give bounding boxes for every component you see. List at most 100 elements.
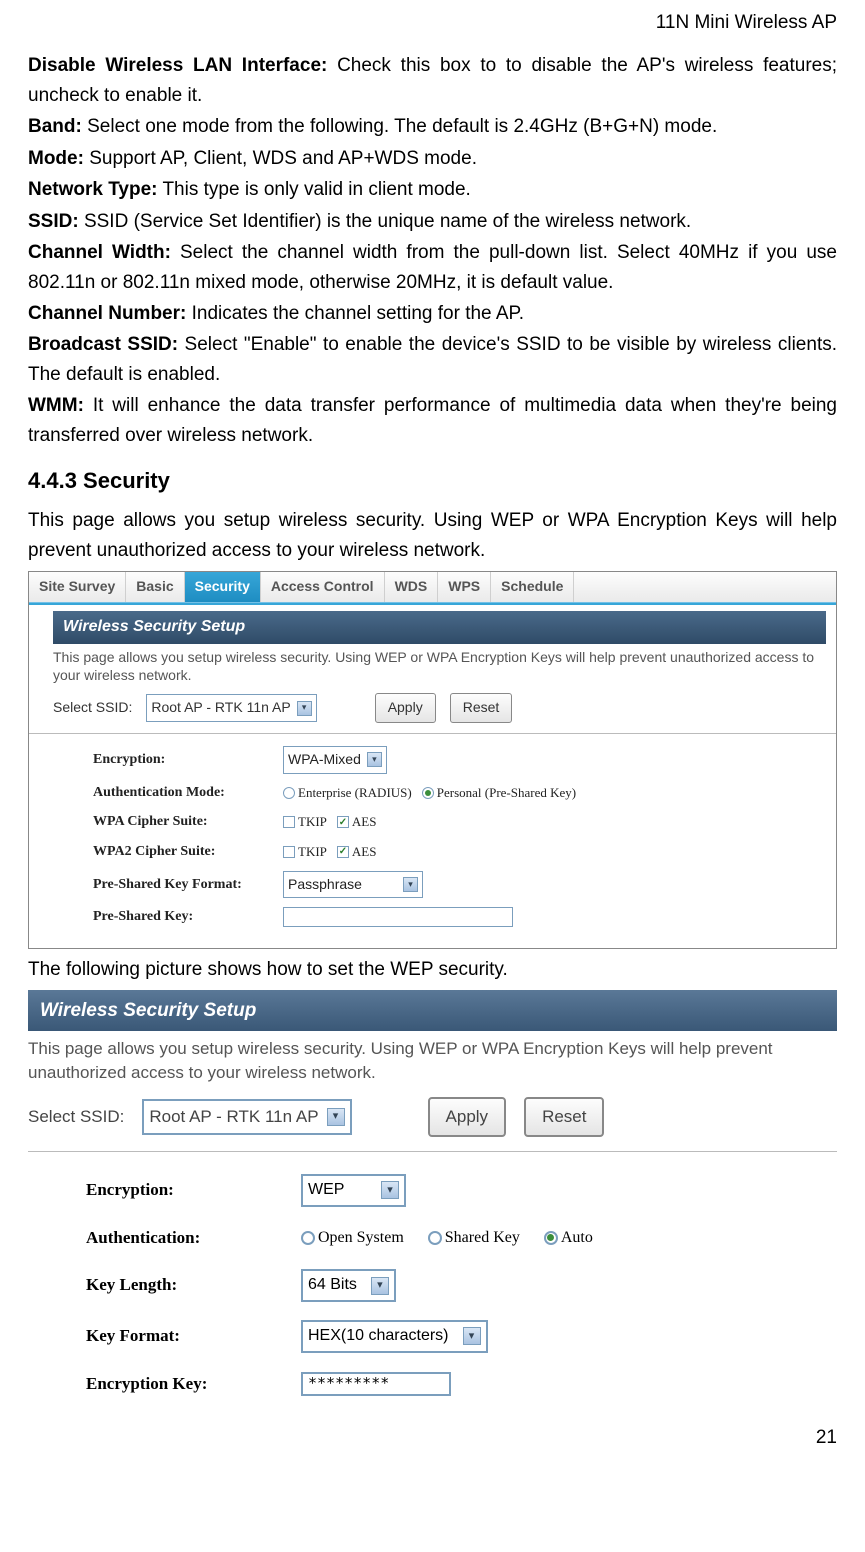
definition-text: Select one mode from the following. The … — [82, 116, 717, 137]
select-ssid-row: Select SSID: Root AP - RTK 11n AP ▾ Appl… — [53, 693, 826, 723]
separator — [28, 1151, 837, 1152]
definition-term: WMM: — [28, 395, 84, 416]
definition-term: Channel Number: — [28, 303, 186, 324]
pskfmt-dropdown[interactable]: Passphrase ▾ — [283, 871, 423, 899]
auth-opt-open: Open System — [318, 1226, 404, 1251]
encryption-label: Encryption: — [86, 1177, 301, 1203]
chevron-down-icon: ▾ — [463, 1327, 481, 1345]
reset-button[interactable]: Reset — [524, 1097, 604, 1137]
definition-item: Band: Select one mode from the following… — [28, 112, 837, 141]
chevron-down-icon: ▾ — [327, 1108, 345, 1126]
definition-item: Disable Wireless LAN Interface: Check th… — [28, 51, 837, 110]
auth-label: Authentication: — [86, 1225, 301, 1251]
auth-radio-personal[interactable]: Personal (Pre-Shared Key) — [422, 783, 576, 803]
mid-text: The following picture shows how to set t… — [28, 955, 837, 984]
definition-item: SSID: SSID (Service Set Identifier) is t… — [28, 207, 837, 236]
tab-wps[interactable]: WPS — [438, 572, 491, 602]
definition-term: Band: — [28, 116, 82, 137]
section-intro: This page allows you setup wireless secu… — [28, 506, 837, 565]
enckey-input[interactable]: ********* — [301, 1372, 451, 1396]
radio-checked-icon — [422, 787, 434, 799]
aes-label: AES — [352, 812, 377, 832]
encryption-dropdown[interactable]: WEP ▾ — [301, 1174, 406, 1207]
definition-text: This type is only valid in client mode. — [158, 179, 471, 200]
checkbox-icon — [283, 846, 295, 858]
screenshot-wep: Wireless Security Setup This page allows… — [28, 989, 837, 1397]
auth-mode-label: Authentication Mode: — [93, 782, 283, 804]
definition-text: Support AP, Client, WDS and AP+WDS mode. — [84, 148, 477, 169]
wpa2-tkip-checkbox[interactable]: TKIP — [283, 842, 327, 862]
definition-item: Mode: Support AP, Client, WDS and AP+WDS… — [28, 144, 837, 173]
tab-wds[interactable]: WDS — [385, 572, 439, 602]
select-ssid-value: Root AP - RTK 11n AP — [149, 1104, 318, 1130]
definition-item: Channel Number: Indicates the channel se… — [28, 299, 837, 328]
panel-description: This page allows you setup wireless secu… — [53, 648, 826, 686]
definition-text: It will enhance the data transfer perfor… — [28, 395, 837, 445]
radio-icon — [301, 1231, 315, 1245]
chevron-down-icon: ▾ — [297, 701, 312, 716]
checkbox-checked-icon: ✓ — [337, 846, 349, 858]
definition-term: Network Type: — [28, 179, 158, 200]
psk-input[interactable] — [283, 907, 513, 927]
radio-icon — [428, 1231, 442, 1245]
tkip-label: TKIP — [298, 812, 327, 832]
tab-access-control[interactable]: Access Control — [261, 572, 385, 602]
panel-description: This page allows you setup wireless secu… — [28, 1037, 837, 1085]
tkip-label: TKIP — [298, 842, 327, 862]
auth-radio-enterprise[interactable]: Enterprise (RADIUS) — [283, 783, 412, 803]
definition-item: Channel Width: Select the channel width … — [28, 238, 837, 297]
psk-label: Pre-Shared Key: — [93, 906, 283, 928]
doc-header: 11N Mini Wireless AP — [28, 8, 837, 37]
aes-label: AES — [352, 842, 377, 862]
auth-opt-personal: Personal (Pre-Shared Key) — [437, 783, 576, 803]
apply-button[interactable]: Apply — [375, 693, 436, 723]
definition-item: WMM: It will enhance the data transfer p… — [28, 391, 837, 450]
definitions-list: Disable Wireless LAN Interface: Check th… — [28, 51, 837, 450]
tab-schedule[interactable]: Schedule — [491, 572, 574, 602]
definition-text: SSID (Service Set Identifier) is the uni… — [79, 211, 692, 232]
wpa2-aes-checkbox[interactable]: ✓ AES — [337, 842, 377, 862]
keyfmt-value: HEX(10 characters) — [308, 1324, 449, 1349]
definition-item: Broadcast SSID: Select "Enable" to enabl… — [28, 330, 837, 389]
radio-checked-icon — [544, 1231, 558, 1245]
definition-term: SSID: — [28, 211, 79, 232]
auth-radio-open[interactable]: Open System — [301, 1226, 410, 1251]
select-ssid-dropdown[interactable]: Root AP - RTK 11n AP ▾ — [142, 1099, 351, 1135]
wpa-tkip-checkbox[interactable]: TKIP — [283, 812, 327, 832]
enckey-label: Encryption Key: — [86, 1371, 301, 1397]
select-ssid-label: Select SSID: — [28, 1104, 124, 1130]
reset-button[interactable]: Reset — [450, 693, 513, 723]
encryption-value: WPA-Mixed — [288, 749, 361, 771]
panel-title: Wireless Security Setup — [53, 611, 826, 644]
pskfmt-value: Passphrase — [288, 874, 362, 896]
wpa-aes-checkbox[interactable]: ✓ AES — [337, 812, 377, 832]
page-number: 21 — [28, 1423, 837, 1452]
chevron-down-icon: ▾ — [371, 1277, 389, 1295]
definition-term: Channel Width: — [28, 242, 171, 263]
auth-opt-shared: Shared Key — [445, 1226, 520, 1251]
auth-radio-shared[interactable]: Shared Key — [428, 1226, 526, 1251]
definition-term: Mode: — [28, 148, 84, 169]
tab-security[interactable]: Security — [185, 572, 261, 602]
select-ssid-dropdown[interactable]: Root AP - RTK 11n AP ▾ — [146, 694, 316, 722]
wpa-cipher-label: WPA Cipher Suite: — [93, 811, 283, 833]
keylen-dropdown[interactable]: 64 Bits ▾ — [301, 1269, 396, 1302]
keyfmt-dropdown[interactable]: HEX(10 characters) ▾ — [301, 1320, 488, 1353]
chevron-down-icon: ▾ — [367, 752, 382, 767]
pskfmt-label: Pre-Shared Key Format: — [93, 874, 283, 896]
keylen-value: 64 Bits — [308, 1273, 357, 1298]
select-ssid-row: Select SSID: Root AP - RTK 11n AP ▾ Appl… — [28, 1097, 837, 1137]
keylen-label: Key Length: — [86, 1272, 301, 1298]
section-heading: 4.4.3 Security — [28, 464, 837, 498]
panel-title: Wireless Security Setup — [28, 990, 837, 1031]
checkbox-icon — [283, 816, 295, 828]
select-ssid-value: Root AP - RTK 11n AP — [151, 697, 290, 719]
tab-basic[interactable]: Basic — [126, 572, 184, 602]
panel-body: Wireless Security Setup This page allows… — [29, 605, 836, 948]
tab-site-survey[interactable]: Site Survey — [29, 572, 126, 602]
definition-term: Broadcast SSID: — [28, 334, 178, 355]
auth-radio-auto[interactable]: Auto — [544, 1226, 599, 1251]
encryption-dropdown[interactable]: WPA-Mixed ▾ — [283, 746, 387, 774]
separator — [29, 733, 836, 734]
apply-button[interactable]: Apply — [428, 1097, 507, 1137]
